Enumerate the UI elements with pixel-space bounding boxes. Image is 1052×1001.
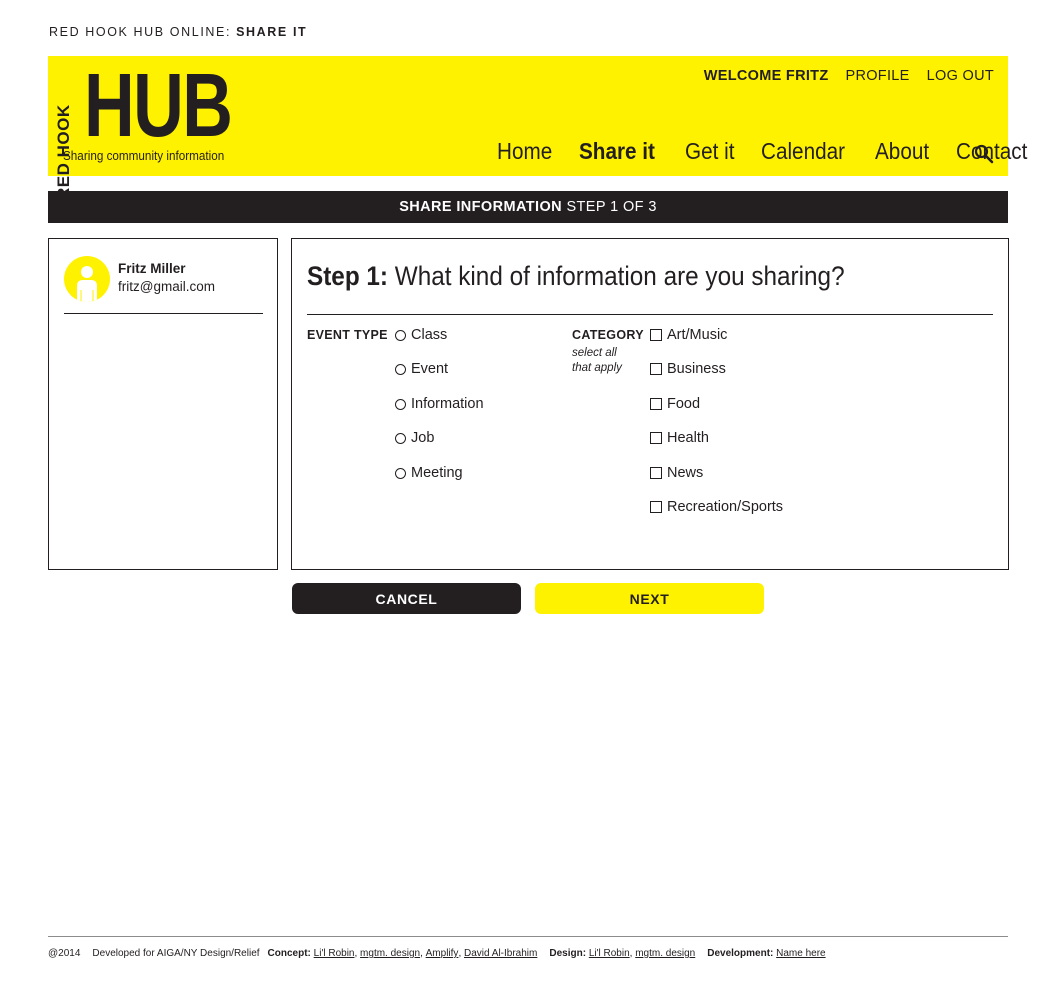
step-bar-title: SHARE INFORMATION [399,199,562,215]
page-title: RED HOOK HUB ONLINE: SHARE IT [49,25,307,39]
cancel-button[interactable]: CANCEL [292,583,521,614]
category-hint: select all that apply [572,346,622,376]
user-icon [77,266,97,302]
step-heading: Step 1: What kind of information are you… [307,261,845,292]
user-name: Fritz Miller [118,261,186,276]
page-title-section: SHARE IT [236,25,308,39]
profile-link[interactable]: PROFILE [845,68,909,84]
logo-tagline: Sharing community information [63,148,225,163]
credit-link[interactable]: David Al-Ibrahim [464,948,537,959]
credit-link[interactable]: mgtm. design [360,948,420,959]
nav-get-it[interactable]: Get it [685,138,734,165]
step-number: Step 1: [307,261,389,291]
option-label: Food [667,396,701,412]
category-option-business[interactable]: Business [650,361,726,377]
category-option-news[interactable]: News [650,465,703,481]
category-option-art-music[interactable]: Art/Music [650,327,727,343]
category-option-health[interactable]: Health [650,430,709,446]
event-type-option-event[interactable]: Event [395,361,448,377]
option-label: Meeting [411,465,463,481]
logout-link[interactable]: LOG OUT [927,68,994,84]
event-type-label: EVENT TYPE [307,328,388,342]
credit-link[interactable]: mgtm. design [635,948,695,959]
radio-button[interactable] [395,398,406,410]
option-label: Event [411,361,449,377]
category-hint-line: that apply [572,362,622,374]
concept-label: Concept: [267,948,311,959]
checkbox[interactable] [650,467,662,479]
logo-hub-text: HUB [84,56,233,156]
credit-link[interactable]: Li'l Robin [589,948,630,959]
option-label: Art/Music [667,327,728,343]
radio-button[interactable] [395,329,406,341]
divider [64,313,263,314]
nav-home[interactable]: Home [497,138,552,165]
divider [307,314,993,315]
next-button[interactable]: NEXT [535,583,764,614]
option-label: Health [667,430,709,446]
event-type-option-information[interactable]: Information [395,396,484,412]
category-option-food[interactable]: Food [650,396,700,412]
radio-button[interactable] [395,363,406,375]
step-question: What kind of information are you sharing… [394,261,845,291]
category-option-recreation-sports[interactable]: Recreation/Sports [650,499,783,515]
credit-link[interactable]: Li'l Robin [314,948,355,959]
category-hint-line: select all [572,347,617,359]
credit-link[interactable]: Amplify [426,948,459,959]
checkbox[interactable] [650,329,662,341]
step-bar-progress: STEP 1 OF 3 [566,199,657,215]
profile-panel: Fritz Miller fritz@gmail.com [48,238,278,570]
main-nav: Home Share it Get it Calendar About Cont… [497,138,1052,165]
option-label: Business [667,361,726,377]
checkbox[interactable] [650,398,662,410]
design-label: Design: [549,948,587,959]
developed-for: Developed for AIGA/NY Design/Relief [92,948,260,959]
page-title-prefix: RED HOOK HUB ONLINE: [49,25,232,39]
nav-about[interactable]: About [875,138,929,165]
credit-link[interactable]: Name here [776,948,825,959]
footer-divider [48,936,1008,937]
checkbox[interactable] [650,363,662,375]
checkbox[interactable] [650,432,662,444]
option-label: Class [411,327,448,343]
site-header: RED HOOK HUB Sharing community informati… [48,56,1027,200]
event-type-option-class[interactable]: Class [395,327,447,343]
radio-button[interactable] [395,467,406,479]
development-label: Development: [707,948,774,959]
radio-button[interactable] [395,432,406,444]
option-label: Recreation/Sports [667,499,784,515]
copyright: @2014 [48,948,81,959]
share-form-panel: Step 1: What kind of information are you… [291,238,1009,570]
option-label: News [667,465,704,481]
nav-share-it[interactable]: Share it [579,138,655,165]
checkbox[interactable] [650,501,662,513]
account-nav: WELCOME FRITZ PROFILE LOG OUT [704,68,994,84]
category-label: CATEGORY [572,328,644,342]
user-email: fritz@gmail.com [118,279,215,294]
step-bar: SHARE INFORMATION STEP 1 OF 3 [48,191,1008,223]
nav-calendar[interactable]: Calendar [761,138,845,165]
avatar[interactable] [64,256,110,302]
footer: @2014 Developed for AIGA/NY Design/Relie… [48,948,826,959]
event-type-option-job[interactable]: Job [395,430,434,446]
event-type-option-meeting[interactable]: Meeting [395,465,463,481]
option-label: Job [411,430,435,446]
welcome-text: WELCOME FRITZ [703,68,829,84]
option-label: Information [411,396,484,412]
search-icon[interactable] [974,144,994,164]
